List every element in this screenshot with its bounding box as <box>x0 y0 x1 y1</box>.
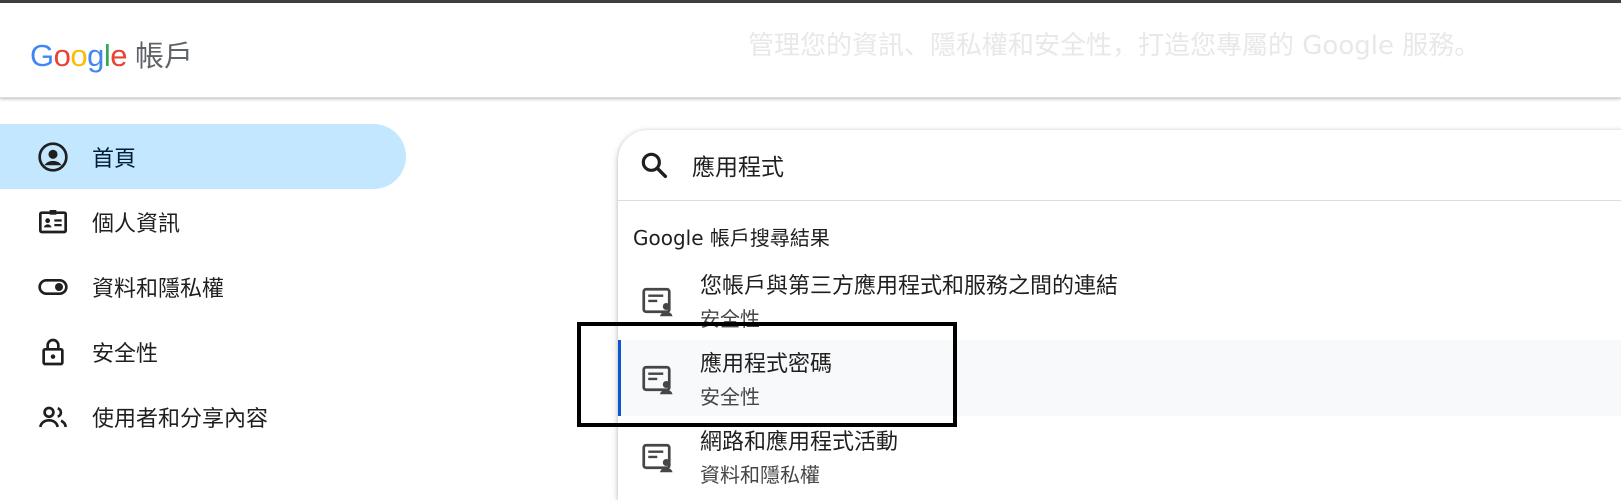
app-header: Google 帳戶 管理您的資訊、隱私權和安全性，打造您專屬的 Google 服… <box>0 3 1621 98</box>
sidebar-item-personal-info[interactable]: 個人資訊 <box>0 189 410 254</box>
toggle-icon <box>36 270 70 304</box>
sidebar-item-data-privacy[interactable]: 資料和隱私權 <box>0 254 410 319</box>
search-bar <box>618 130 1621 201</box>
results-header: Google 帳戶搜尋結果 <box>633 226 830 250</box>
sidebar-item-label: 使用者和分享內容 <box>92 406 269 432</box>
sidebar-item-home[interactable]: 首頁 <box>0 124 406 189</box>
account-circle-icon <box>36 140 70 174</box>
sidebar-nav: 首頁 個人資訊 資料和隱私權 安全性 使用者和分享內容 <box>0 124 410 449</box>
search-result-item[interactable]: 網路和應用程式活動 資料和隱私權 <box>618 418 1621 494</box>
header-tagline: 管理您的資訊、隱私權和安全性，打造您專屬的 Google 服務。 <box>748 31 1481 61</box>
result-title: 您帳戶與第三方應用程式和服務之間的連結 <box>700 274 1119 299</box>
search-input[interactable] <box>690 151 1494 179</box>
sidebar-item-label: 首頁 <box>92 146 137 172</box>
google-account-logo[interactable]: Google 帳戶 <box>30 33 193 75</box>
manage-account-icon <box>642 443 673 473</box>
sidebar-item-label: 資料和隱私權 <box>92 276 225 302</box>
google-logo-text: Google <box>30 38 128 73</box>
product-name: 帳戶 <box>135 39 194 73</box>
search-panel: Google 帳戶搜尋結果 您帳戶與第三方應用程式和服務之間的連結 安全性 應用… <box>618 130 1621 500</box>
lock-icon <box>36 335 70 369</box>
result-title: 應用程式密碼 <box>700 352 833 377</box>
sidebar-item-security[interactable]: 安全性 <box>0 319 410 384</box>
manage-account-icon <box>642 287 673 317</box>
manage-account-icon <box>642 365 673 395</box>
sidebar-item-label: 個人資訊 <box>92 211 181 237</box>
people-icon <box>36 400 70 434</box>
id-card-icon <box>36 205 70 239</box>
result-category: 安全性 <box>700 307 760 331</box>
result-category: 安全性 <box>700 385 760 409</box>
search-icon[interactable] <box>638 149 670 181</box>
search-result-item[interactable]: 您帳戶與第三方應用程式和服務之間的連結 安全性 <box>618 262 1621 338</box>
search-result-item-app-passwords[interactable]: 應用程式密碼 安全性 <box>618 340 1621 416</box>
sidebar-item-people-sharing[interactable]: 使用者和分享內容 <box>0 384 410 449</box>
result-category: 資料和隱私權 <box>700 463 820 487</box>
result-title: 網路和應用程式活動 <box>700 430 899 455</box>
sidebar-item-label: 安全性 <box>92 341 159 367</box>
